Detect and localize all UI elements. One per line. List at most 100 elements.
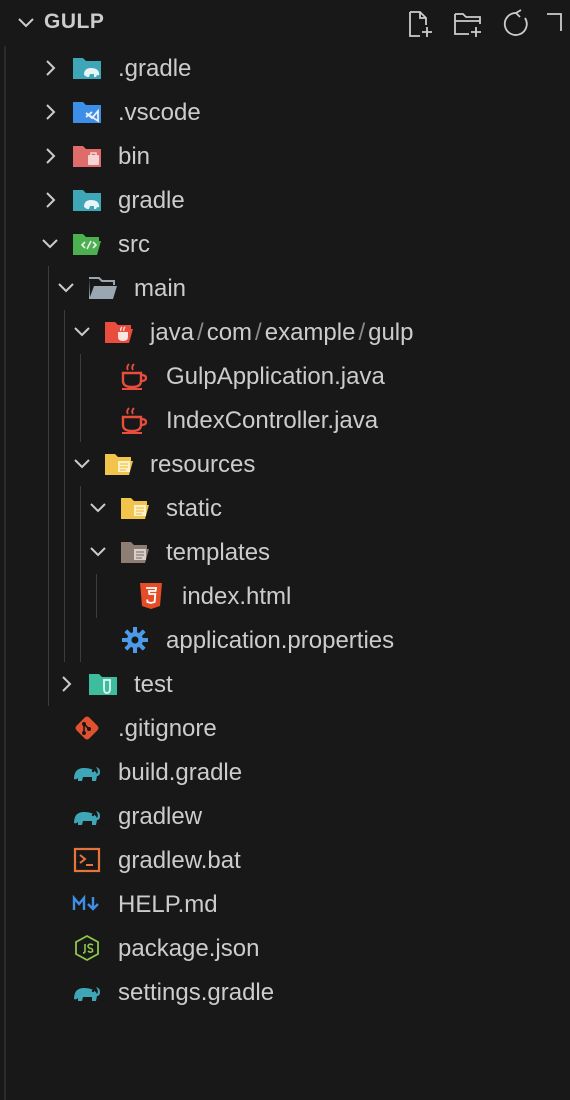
folder-gradle[interactable]: gradle (6, 178, 570, 222)
folder-vscode[interactable]: .vscode (6, 90, 570, 134)
tree-item-label: gradle (118, 187, 185, 214)
chevron-right-icon[interactable] (40, 190, 60, 210)
indent-guide (64, 310, 65, 662)
file-package-json[interactable]: package.json (6, 926, 570, 970)
tree-item-label: templates (166, 539, 271, 566)
gear-file-icon (120, 626, 150, 654)
gradle-folder-icon (72, 54, 102, 82)
path-separator: / (197, 319, 204, 346)
tree-item-label: resources (150, 451, 256, 478)
folder-static[interactable]: static (6, 486, 570, 530)
new-folder-button[interactable] (444, 6, 492, 42)
resources-folder-icon (104, 450, 134, 478)
path-separator: / (255, 319, 262, 346)
chevron-right-icon[interactable] (40, 102, 60, 122)
folder-bin[interactable]: bin (6, 134, 570, 178)
chevron-right-icon[interactable] (40, 146, 60, 166)
indent-guide (96, 574, 97, 618)
file-build-gradle[interactable]: build.gradle (6, 750, 570, 794)
chevron-down-icon[interactable] (72, 322, 92, 342)
chevron-down-icon[interactable] (40, 234, 60, 254)
folder-templates[interactable]: templates (6, 530, 570, 574)
tree-item-label: HELP.md (118, 891, 218, 918)
collapse-all-button[interactable] (540, 6, 570, 42)
path-segment: example (264, 319, 356, 346)
file-gulpapplication-java[interactable]: GulpApplication.java (6, 354, 570, 398)
path-separator: / (358, 319, 366, 346)
vscode-folder-icon (72, 98, 102, 126)
resources-folder-icon (120, 494, 150, 522)
folder-gradle[interactable]: .gradle (6, 46, 570, 90)
tree-item-label: main (134, 275, 187, 302)
git-file-icon (72, 714, 102, 742)
gradle-file-icon (72, 978, 102, 1006)
test-folder-icon (88, 670, 118, 698)
tree-item-label: .gradle (118, 55, 192, 82)
folder-open-icon (88, 274, 118, 302)
java-file-icon (120, 406, 150, 434)
collapse-icon (547, 13, 562, 31)
chevron-down-icon[interactable] (16, 13, 36, 33)
tree-item-label: static (166, 495, 223, 522)
tree-item-label: test (134, 671, 173, 698)
tree-item-label: src (118, 231, 150, 258)
indent-guide (80, 354, 81, 442)
tree-item-label: index.html (182, 583, 292, 610)
chevron-down-icon[interactable] (88, 498, 108, 518)
file-help-md[interactable]: HELP.md (6, 882, 570, 926)
tree-item-label: java / com / example / gulp (150, 319, 413, 347)
tree-item-label: .gitignore (118, 715, 217, 742)
new-file-button[interactable] (396, 6, 444, 42)
file-gradlew-bat[interactable]: gradlew.bat (6, 838, 570, 882)
indent-guide (80, 486, 81, 662)
file-indexcontroller-java[interactable]: IndexController.java (6, 398, 570, 442)
file-explorer: GULP .gradle .vscode bin gradle src main… (0, 0, 570, 1100)
terminal-file-icon (72, 846, 102, 874)
folder-java-com-example-gulp[interactable]: java / com / example / gulp (6, 310, 570, 354)
bin-folder-icon (72, 142, 102, 170)
indent-guide (48, 266, 49, 706)
tree-item-label: gradlew.bat (118, 847, 241, 874)
path-segment: java (150, 319, 195, 346)
tree-item-label: IndexController.java (166, 407, 379, 434)
tree-item-label: settings.gradle (118, 979, 275, 1006)
markdown-file-icon (72, 890, 102, 918)
file-index-html[interactable]: index.html (6, 574, 570, 618)
gradle-file-icon (72, 802, 102, 830)
tree-item-label: application.properties (166, 627, 395, 654)
html-file-icon (136, 582, 166, 610)
folder-main[interactable]: main (6, 266, 570, 310)
file-gradlew[interactable]: gradlew (6, 794, 570, 838)
file-tree: .gradle .vscode bin gradle src main java / com / e… (4, 46, 570, 1100)
tree-item-label: .vscode (118, 99, 201, 126)
templates-folder-icon (120, 538, 150, 566)
gradle-file-icon (72, 758, 102, 786)
file-settings-gradle[interactable]: settings.gradle (6, 970, 570, 1014)
file-gitignore[interactable]: .gitignore (6, 706, 570, 750)
chevron-down-icon[interactable] (56, 278, 76, 298)
refresh-button[interactable] (492, 6, 540, 42)
path-segment: com (206, 319, 253, 346)
workspace-title: GULP (44, 10, 105, 33)
src-folder-icon (72, 230, 102, 258)
chevron-down-icon[interactable] (72, 454, 92, 474)
folder-test[interactable]: test (6, 662, 570, 706)
gradle-folder-icon (72, 186, 102, 214)
tree-item-label: gradlew (118, 803, 203, 830)
folder-src[interactable]: src (6, 222, 570, 266)
folder-resources[interactable]: resources (6, 442, 570, 486)
chevron-right-icon[interactable] (40, 58, 60, 78)
file-application-properties[interactable]: application.properties (6, 618, 570, 662)
new-file-icon (409, 11, 432, 37)
header-actions (396, 6, 570, 42)
tree-item-label: build.gradle (118, 759, 243, 786)
java-folder-icon (104, 318, 134, 346)
nodejs-file-icon (72, 934, 102, 962)
tree-item-label: package.json (118, 935, 260, 962)
explorer-header[interactable]: GULP (0, 0, 570, 46)
chevron-right-icon[interactable] (56, 674, 76, 694)
chevron-down-icon[interactable] (88, 542, 108, 562)
tree-item-label: bin (118, 143, 151, 170)
refresh-icon (503, 9, 528, 36)
new-folder-icon (454, 13, 481, 37)
